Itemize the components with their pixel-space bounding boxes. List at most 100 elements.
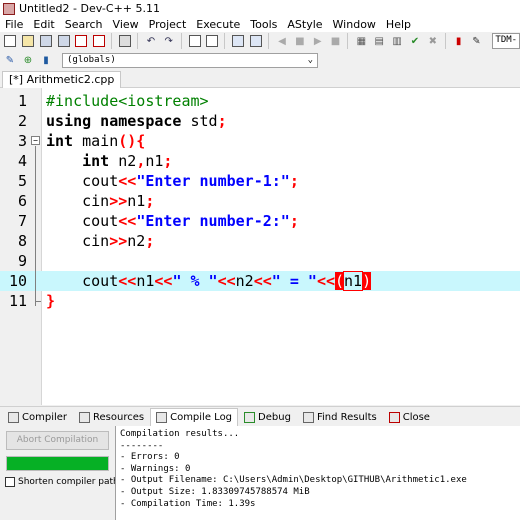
code-token: << — [118, 212, 137, 230]
undo-icon[interactable]: ↶ — [143, 33, 159, 49]
menu-execute[interactable]: Execute — [191, 18, 245, 31]
tab-compile-log[interactable]: Compile Log — [150, 408, 239, 426]
code-text: cin>>n2; — [46, 231, 154, 251]
code-token: , — [136, 152, 146, 170]
goto-line-icon[interactable]: ◀ — [274, 33, 290, 49]
save-all-icon[interactable] — [56, 33, 72, 49]
tab-compiler-label: Compiler — [22, 411, 68, 423]
compile-run-icon[interactable]: ▥ — [389, 33, 405, 49]
toolbar-separator — [347, 33, 351, 49]
code-token: "Enter number-1:" — [136, 172, 290, 190]
code-line[interactable]: 10 cout<<n1<<" % "<<n2<<" = "<<(n1) — [0, 271, 520, 291]
app-icon — [3, 2, 15, 15]
bookmark-next-icon[interactable]: ▶ — [310, 33, 326, 49]
project-remove-icon[interactable]: ▮ — [38, 52, 54, 68]
code-line[interactable]: 7 cout<<"Enter number-2:"; — [0, 211, 520, 231]
code-token: cout — [46, 272, 119, 290]
tab-close[interactable]: Close — [383, 408, 436, 426]
code-editor[interactable]: 1 #include<iostream> 2 using namespace std;… — [0, 88, 520, 405]
line-number: 6 — [17, 192, 27, 210]
menu-help[interactable]: Help — [381, 18, 416, 31]
print-icon[interactable] — [117, 33, 133, 49]
check-icon — [244, 411, 256, 423]
dev-cpp-window: Untitled2 - Dev-C++ 5.11 File Edit Searc… — [0, 0, 520, 520]
code-line[interactable]: 11} — [0, 291, 520, 311]
open-file-icon[interactable] — [20, 33, 36, 49]
toolbar-separator — [136, 33, 141, 49]
menu-search[interactable]: Search — [60, 18, 108, 31]
code-line[interactable]: 2 using namespace std; — [0, 111, 520, 131]
code-line[interactable]: 9 — [0, 251, 520, 271]
stop-icon[interactable]: ✖ — [425, 33, 441, 49]
check-icon[interactable]: ✔ — [407, 33, 423, 49]
tab-debug[interactable]: Debug — [238, 408, 297, 426]
code-text: cout<<"Enter number-2:"; — [46, 211, 299, 231]
menu-file[interactable]: File — [0, 18, 28, 31]
tab-arithmetic2[interactable]: [*] Arithmetic2.cpp — [2, 71, 122, 88]
code-text: int n2,n1; — [46, 151, 172, 171]
scope-dropdown[interactable]: (globals) ⌄ — [62, 52, 318, 68]
menu-edit[interactable]: Edit — [28, 18, 59, 31]
find-icon — [302, 411, 314, 423]
unindent-icon[interactable] — [248, 33, 264, 49]
compiler-select[interactable]: TDM- — [492, 33, 520, 49]
tab-compiler[interactable]: Compiler — [2, 408, 73, 426]
redo-icon[interactable]: ↷ — [161, 33, 177, 49]
compile-icon[interactable]: ▦ — [353, 33, 369, 49]
save-icon[interactable] — [38, 33, 54, 49]
replace-icon[interactable] — [205, 33, 221, 49]
compile-log-output[interactable]: Compilation results... -------- - Errors: … — [115, 426, 520, 520]
log-line: Compilation results... — [120, 429, 240, 439]
shorten-paths-option[interactable]: Shorten compiler paths — [5, 477, 123, 487]
line-number: 5 — [17, 172, 27, 190]
code-token: n2 — [127, 232, 146, 250]
new-file-icon[interactable] — [2, 33, 18, 49]
tab-resources[interactable]: Resources — [73, 408, 150, 426]
find-icon[interactable] — [187, 33, 203, 49]
code-token: } — [46, 292, 56, 310]
close-file-icon[interactable] — [73, 33, 89, 49]
code-token: ; — [217, 112, 227, 130]
menu-tools[interactable]: Tools — [245, 18, 282, 31]
code-text: cin>>n1; — [46, 191, 154, 211]
code-token: ( — [335, 272, 345, 290]
line-number: 9 — [17, 252, 27, 270]
code-token: std — [181, 112, 218, 130]
bookmark-toggle-icon[interactable]: ■ — [328, 33, 344, 49]
log-line: - Output Size: 1.83309745788574 MiB — [120, 486, 310, 497]
abort-compilation-button[interactable]: Abort Compilation — [6, 431, 109, 450]
tab-resources-label: Resources — [93, 411, 145, 423]
debug-icon[interactable]: ✎ — [469, 33, 485, 49]
code-line[interactable]: 8 cin>>n2; — [0, 231, 520, 251]
bookmark-icon[interactable]: ■ — [292, 33, 308, 49]
line-number: 8 — [17, 232, 27, 250]
code-line[interactable]: 3 int main(){ — [0, 131, 520, 151]
code-line[interactable]: 4 int n2,n1; — [0, 151, 520, 171]
project-new-icon[interactable]: ✎ — [2, 52, 18, 68]
close-icon — [388, 411, 400, 423]
line-number: 4 — [17, 152, 27, 170]
code-line[interactable]: 5 cout<<"Enter number-1:"; — [0, 171, 520, 191]
menu-window[interactable]: Window — [328, 18, 381, 31]
indent-icon[interactable] — [230, 33, 246, 49]
menu-astyle[interactable]: AStyle — [282, 18, 327, 31]
tab-find-results[interactable]: Find Results — [297, 408, 383, 426]
chart-icon[interactable]: ▮ — [451, 33, 467, 49]
close-all-icon[interactable] — [91, 33, 107, 49]
run-icon[interactable]: ▤ — [371, 33, 387, 49]
code-token: n1 — [343, 271, 364, 291]
shorten-paths-checkbox[interactable] — [5, 477, 15, 487]
grid-icon — [8, 411, 19, 423]
secondary-toolbar: ✎ ⊕ ▮ (globals) ⌄ — [0, 50, 520, 70]
shorten-paths-label: Shorten compiler paths — [18, 477, 124, 487]
toolbar-separator — [268, 33, 272, 49]
code-line[interactable]: 1 #include<iostream> — [0, 91, 520, 111]
menu-project[interactable]: Project — [144, 18, 192, 31]
project-add-icon[interactable]: ⊕ — [20, 52, 36, 68]
fold-toggle-icon[interactable]: − — [31, 136, 40, 145]
code-token: cout — [46, 212, 119, 230]
code-line[interactable]: 6 cin>>n1; — [0, 191, 520, 211]
code-token: using namespace — [46, 112, 182, 130]
menu-view[interactable]: View — [108, 18, 144, 31]
